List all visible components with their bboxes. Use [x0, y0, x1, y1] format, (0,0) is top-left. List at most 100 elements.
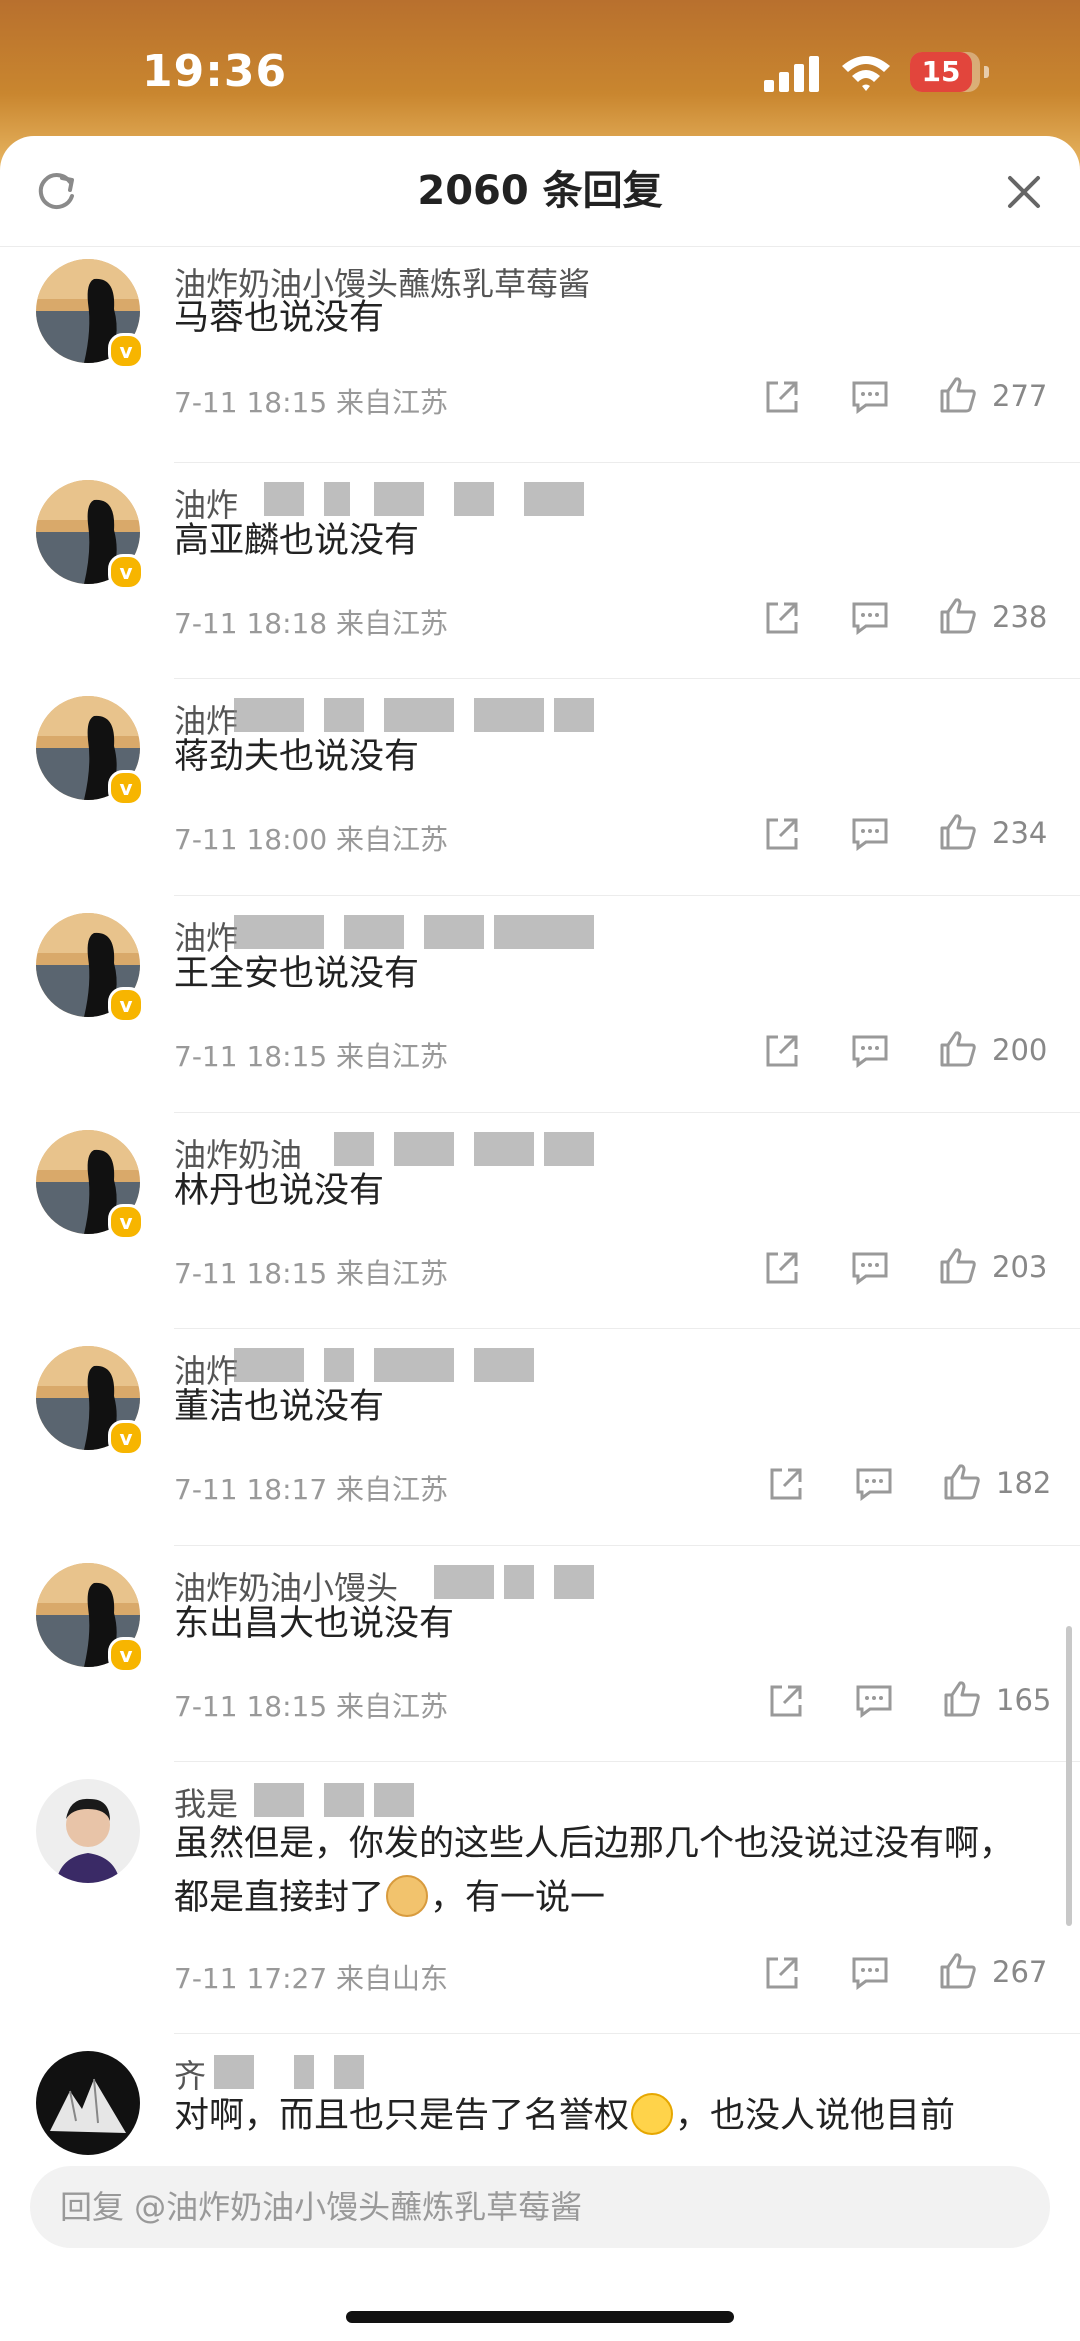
sheet-title: 2060 条回复 — [417, 168, 663, 214]
verified-badge-icon: v — [108, 1204, 144, 1240]
comment-date: 7-11 18:15 — [174, 1257, 328, 1290]
reply-icon[interactable] — [850, 377, 890, 417]
divider — [174, 1112, 1080, 1113]
reply-icon[interactable] — [854, 1464, 894, 1504]
like-icon[interactable] — [938, 812, 978, 852]
comment-item[interactable]: v 油炸 王全安也说没有 7-11 18:15 来自江苏 200 — [0, 895, 1080, 1112]
comment-item[interactable]: v 油炸奶油小馒头蘸炼乳草莓酱 马蓉也说没有 7-11 18:15 来自江苏 2… — [0, 247, 1080, 462]
verified-badge-icon: v — [108, 770, 144, 806]
wifi-icon — [842, 56, 890, 91]
like-icon[interactable] — [938, 1951, 978, 1991]
share-icon[interactable] — [762, 1953, 802, 1993]
doge-emoji-icon — [386, 1875, 429, 1917]
verified-badge-icon: v — [108, 554, 144, 590]
like-icon[interactable] — [938, 1246, 978, 1286]
like-icon[interactable] — [938, 596, 978, 636]
reply-input[interactable]: 回复 @油炸奶油小馒头蘸炼乳草莓酱 — [30, 2166, 1050, 2248]
divider — [174, 895, 1080, 896]
like-count: 165 — [996, 1683, 1052, 1717]
reply-icon[interactable] — [850, 814, 890, 854]
avatar[interactable] — [36, 1779, 140, 1883]
share-icon[interactable] — [766, 1464, 806, 1504]
comment-location: 来自江苏 — [336, 1257, 449, 1290]
comment-text-part: ，也没人说他目前 — [675, 2096, 956, 2136]
reply-icon[interactable] — [850, 1953, 890, 1993]
comment-date: 7-11 18:15 — [174, 1040, 328, 1073]
share-icon[interactable] — [762, 814, 802, 854]
close-icon[interactable] — [1004, 172, 1044, 212]
comment-text: 虽然但是，你发的这些人后边那几个也没说过没有啊，都是直接封了 ，有一说一 — [174, 1817, 1044, 1925]
cellular-signal-icon — [764, 56, 820, 92]
divider — [174, 1545, 1080, 1546]
comment-item[interactable]: v 油炸奶油 林丹也说没有 7-11 18:15 来自江苏 203 — [0, 1112, 1080, 1328]
avatar[interactable] — [36, 2051, 140, 2155]
comment-item[interactable]: 齐 对啊，而且也只是告了名誉权 ，也没人说他目前 — [0, 2033, 1080, 2157]
battery-level: 15 — [921, 55, 961, 88]
comment-meta: 7-11 18:15 来自江苏 — [174, 1685, 448, 1725]
comment-location: 来自江苏 — [336, 1690, 449, 1723]
like-count: 238 — [992, 600, 1048, 634]
reply-icon[interactable] — [850, 1031, 890, 1071]
comment-item[interactable]: v 油炸奶油小馒头 东出昌大也说没有 7-11 18:15 来自江苏 165 — [0, 1545, 1080, 1761]
comment-meta: 7-11 18:15 来自江苏 — [174, 1252, 448, 1292]
laughing-crying-emoji-icon — [631, 2093, 674, 2135]
comment-text: 对啊，而且也只是告了名誉权 ，也没人说他目前 — [174, 2089, 1044, 2143]
comment-item[interactable]: v 油炸 蒋劲夫也说没有 7-11 18:00 来自江苏 234 — [0, 678, 1080, 895]
like-icon[interactable] — [942, 1462, 982, 1502]
share-icon[interactable] — [766, 1681, 806, 1721]
comment-meta: 7-11 18:15 来自江苏 — [174, 381, 448, 421]
home-indicator[interactable] — [346, 2311, 734, 2323]
scrollbar[interactable] — [1066, 1626, 1072, 1926]
verified-badge-icon: v — [108, 1420, 144, 1456]
like-count: 182 — [996, 1466, 1052, 1500]
divider — [174, 678, 1080, 679]
comment-location: 来自江苏 — [336, 386, 449, 419]
reply-icon[interactable] — [850, 598, 890, 638]
comment-text: 王全安也说没有 — [174, 954, 420, 994]
comment-text: 马蓉也说没有 — [174, 298, 385, 338]
comment-meta: 7-11 17:27 来自山东 — [174, 1957, 448, 1997]
share-icon[interactable] — [762, 598, 802, 638]
comment-item[interactable]: 我是 虽然但是，你发的这些人后边那几个也没说过没有啊，都是直接封了 ，有一说一 7… — [0, 1761, 1080, 2033]
share-icon[interactable] — [762, 1248, 802, 1288]
comment-location: 来自江苏 — [336, 607, 449, 640]
share-icon[interactable] — [762, 1031, 802, 1071]
status-bar: 19:36 15 — [0, 0, 1080, 140]
comment-item[interactable]: v 油炸 董洁也说没有 7-11 18:17 来自江苏 182 — [0, 1328, 1080, 1545]
divider — [174, 1328, 1080, 1329]
comment-meta: 7-11 18:00 来自江苏 — [174, 818, 448, 858]
like-icon[interactable] — [938, 375, 978, 415]
comment-location: 来自山东 — [336, 1962, 449, 1995]
like-icon[interactable] — [942, 1679, 982, 1719]
reply-icon[interactable] — [850, 1248, 890, 1288]
divider — [174, 462, 1080, 463]
verified-badge-icon: v — [108, 333, 144, 369]
share-icon[interactable] — [762, 377, 802, 417]
comment-text: 东出昌大也说没有 — [174, 1604, 455, 1644]
divider — [174, 2033, 1080, 2034]
reply-icon[interactable] — [854, 1681, 894, 1721]
comment-date: 7-11 18:15 — [174, 1690, 328, 1723]
verified-badge-icon: v — [108, 987, 144, 1023]
comment-meta: 7-11 18:18 来自江苏 — [174, 602, 448, 642]
comment-list: v 油炸奶油小馒头蘸炼乳草莓酱 马蓉也说没有 7-11 18:15 来自江苏 2… — [0, 247, 1080, 2157]
comment-date: 7-11 18:17 — [174, 1473, 328, 1506]
like-count: 267 — [992, 1955, 1048, 1989]
divider — [174, 1761, 1080, 1762]
comment-text: 董洁也说没有 — [174, 1387, 385, 1427]
comment-date: 7-11 17:27 — [174, 1962, 328, 1995]
comment-date: 7-11 18:00 — [174, 823, 328, 856]
comment-meta: 7-11 18:17 来自江苏 — [174, 1468, 448, 1508]
comment-location: 来自江苏 — [336, 1473, 449, 1506]
battery-icon: 15 — [910, 52, 989, 92]
comment-meta: 7-11 18:15 来自江苏 — [174, 1035, 448, 1075]
like-icon[interactable] — [938, 1029, 978, 1069]
comment-location: 来自江苏 — [336, 823, 449, 856]
comment-location: 来自江苏 — [336, 1040, 449, 1073]
like-count: 277 — [992, 379, 1048, 413]
comment-text: 蒋劲夫也说没有 — [174, 737, 420, 777]
comment-item[interactable]: v 油炸 高亚麟也说没有 7-11 18:18 来自江苏 238 — [0, 462, 1080, 678]
like-count: 200 — [992, 1033, 1048, 1067]
comment-text: 高亚麟也说没有 — [174, 521, 420, 561]
sheet-header: 2060 条回复 — [0, 136, 1080, 247]
